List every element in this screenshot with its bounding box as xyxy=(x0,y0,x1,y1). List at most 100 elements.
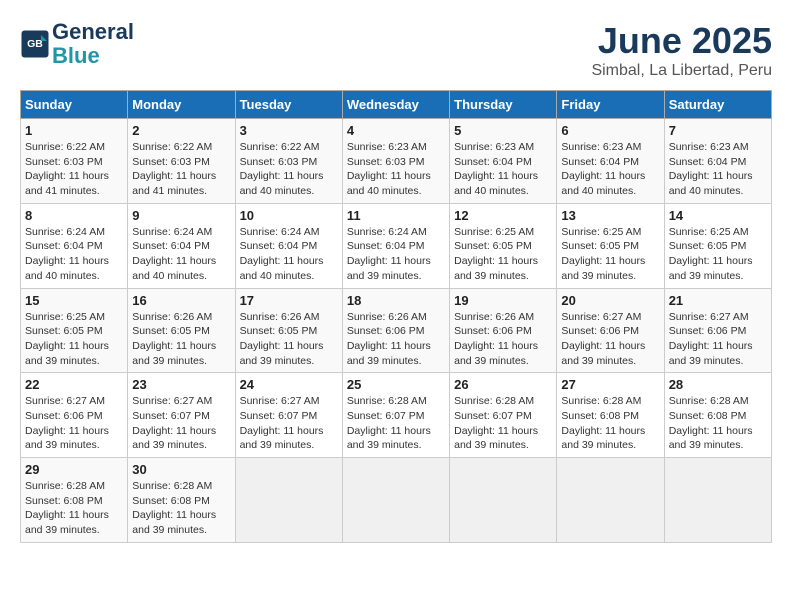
day-number: 13 xyxy=(561,208,659,223)
day-info: Sunrise: 6:28 AMSunset: 6:08 PMDaylight:… xyxy=(669,394,767,453)
table-row: 4 Sunrise: 6:23 AMSunset: 6:03 PMDaylight… xyxy=(342,119,449,204)
day-info: Sunrise: 6:22 AMSunset: 6:03 PMDaylight:… xyxy=(240,140,338,199)
day-info: Sunrise: 6:27 AMSunset: 6:07 PMDaylight:… xyxy=(240,394,338,453)
col-wednesday: Wednesday xyxy=(342,91,449,119)
logo-text: GeneralBlue xyxy=(52,20,134,68)
day-number: 15 xyxy=(25,293,123,308)
day-info: Sunrise: 6:27 AMSunset: 6:06 PMDaylight:… xyxy=(25,394,123,453)
calendar-week-row: 22 Sunrise: 6:27 AMSunset: 6:06 PMDayligh… xyxy=(21,373,772,458)
day-number: 3 xyxy=(240,123,338,138)
day-info: Sunrise: 6:26 AMSunset: 6:05 PMDaylight:… xyxy=(132,310,230,369)
col-monday: Monday xyxy=(128,91,235,119)
table-row: 24 Sunrise: 6:27 AMSunset: 6:07 PMDayligh… xyxy=(235,373,342,458)
calendar-week-row: 29 Sunrise: 6:28 AMSunset: 6:08 PMDayligh… xyxy=(21,458,772,543)
table-row: 1 Sunrise: 6:22 AMSunset: 6:03 PMDaylight… xyxy=(21,119,128,204)
day-info: Sunrise: 6:23 AMSunset: 6:04 PMDaylight:… xyxy=(454,140,552,199)
day-info: Sunrise: 6:28 AMSunset: 6:07 PMDaylight:… xyxy=(347,394,445,453)
table-row: 5 Sunrise: 6:23 AMSunset: 6:04 PMDaylight… xyxy=(450,119,557,204)
table-row xyxy=(450,458,557,543)
table-row xyxy=(557,458,664,543)
day-info: Sunrise: 6:27 AMSunset: 6:07 PMDaylight:… xyxy=(132,394,230,453)
table-row: 15 Sunrise: 6:25 AMSunset: 6:05 PMDayligh… xyxy=(21,288,128,373)
calendar-header-row: Sunday Monday Tuesday Wednesday Thursday… xyxy=(21,91,772,119)
day-number: 5 xyxy=(454,123,552,138)
day-number: 19 xyxy=(454,293,552,308)
calendar-week-row: 1 Sunrise: 6:22 AMSunset: 6:03 PMDaylight… xyxy=(21,119,772,204)
day-info: Sunrise: 6:28 AMSunset: 6:08 PMDaylight:… xyxy=(561,394,659,453)
table-row: 21 Sunrise: 6:27 AMSunset: 6:06 PMDayligh… xyxy=(664,288,771,373)
month-title: June 2025 xyxy=(591,20,772,62)
day-number: 30 xyxy=(132,462,230,477)
table-row: 7 Sunrise: 6:23 AMSunset: 6:04 PMDaylight… xyxy=(664,119,771,204)
logo-icon: GB xyxy=(20,29,50,59)
day-number: 29 xyxy=(25,462,123,477)
table-row: 20 Sunrise: 6:27 AMSunset: 6:06 PMDayligh… xyxy=(557,288,664,373)
day-info: Sunrise: 6:22 AMSunset: 6:03 PMDaylight:… xyxy=(25,140,123,199)
day-info: Sunrise: 6:25 AMSunset: 6:05 PMDaylight:… xyxy=(669,225,767,284)
col-saturday: Saturday xyxy=(664,91,771,119)
table-row xyxy=(235,458,342,543)
table-row: 3 Sunrise: 6:22 AMSunset: 6:03 PMDaylight… xyxy=(235,119,342,204)
table-row: 12Sunrise: 6:25 AMSunset: 6:05 PMDayligh… xyxy=(450,203,557,288)
day-info: Sunrise: 6:23 AMSunset: 6:04 PMDaylight:… xyxy=(561,140,659,199)
table-row: 13 Sunrise: 6:25 AMSunset: 6:05 PMDayligh… xyxy=(557,203,664,288)
table-row: 18 Sunrise: 6:26 AMSunset: 6:06 PMDayligh… xyxy=(342,288,449,373)
day-info: Sunrise: 6:24 AMSunset: 6:04 PMDaylight:… xyxy=(25,225,123,284)
table-row: 9 Sunrise: 6:24 AMSunset: 6:04 PMDaylight… xyxy=(128,203,235,288)
day-number: 17 xyxy=(240,293,338,308)
day-number: 21 xyxy=(669,293,767,308)
col-thursday: Thursday xyxy=(450,91,557,119)
day-info: Sunrise: 6:25 AMSunset: 6:05 PMDaylight:… xyxy=(25,310,123,369)
day-info: Sunrise: 6:26 AMSunset: 6:06 PMDaylight:… xyxy=(454,310,552,369)
logo: GB GeneralBlue xyxy=(20,20,134,68)
day-number: 9 xyxy=(132,208,230,223)
day-number: 16 xyxy=(132,293,230,308)
day-number: 18 xyxy=(347,293,445,308)
table-row: 28 Sunrise: 6:28 AMSunset: 6:08 PMDayligh… xyxy=(664,373,771,458)
day-number: 11 xyxy=(347,208,445,223)
table-row: 27Sunrise: 6:28 AMSunset: 6:08 PMDayligh… xyxy=(557,373,664,458)
location: Simbal, La Libertad, Peru xyxy=(591,62,772,80)
day-number: 4 xyxy=(347,123,445,138)
table-row: 25Sunrise: 6:28 AMSunset: 6:07 PMDayligh… xyxy=(342,373,449,458)
calendar-week-row: 8Sunrise: 6:24 AMSunset: 6:04 PMDaylight… xyxy=(21,203,772,288)
table-row xyxy=(664,458,771,543)
title-area: June 2025 Simbal, La Libertad, Peru xyxy=(591,20,772,80)
table-row: 11 Sunrise: 6:24 AMSunset: 6:04 PMDayligh… xyxy=(342,203,449,288)
day-number: 22 xyxy=(25,377,123,392)
table-row: 2Sunrise: 6:22 AMSunset: 6:03 PMDaylight… xyxy=(128,119,235,204)
day-info: Sunrise: 6:26 AMSunset: 6:05 PMDaylight:… xyxy=(240,310,338,369)
day-number: 1 xyxy=(25,123,123,138)
page-header: GB GeneralBlue June 2025 Simbal, La Libe… xyxy=(20,20,772,80)
day-info: Sunrise: 6:27 AMSunset: 6:06 PMDaylight:… xyxy=(561,310,659,369)
day-info: Sunrise: 6:28 AMSunset: 6:08 PMDaylight:… xyxy=(132,479,230,538)
day-info: Sunrise: 6:26 AMSunset: 6:06 PMDaylight:… xyxy=(347,310,445,369)
svg-text:GB: GB xyxy=(27,38,43,50)
table-row: 14 Sunrise: 6:25 AMSunset: 6:05 PMDayligh… xyxy=(664,203,771,288)
day-info: Sunrise: 6:24 AMSunset: 6:04 PMDaylight:… xyxy=(347,225,445,284)
table-row: 16 Sunrise: 6:26 AMSunset: 6:05 PMDayligh… xyxy=(128,288,235,373)
day-info: Sunrise: 6:23 AMSunset: 6:04 PMDaylight:… xyxy=(669,140,767,199)
table-row: 10Sunrise: 6:24 AMSunset: 6:04 PMDayligh… xyxy=(235,203,342,288)
table-row: 17 Sunrise: 6:26 AMSunset: 6:05 PMDayligh… xyxy=(235,288,342,373)
col-tuesday: Tuesday xyxy=(235,91,342,119)
day-number: 6 xyxy=(561,123,659,138)
col-friday: Friday xyxy=(557,91,664,119)
day-info: Sunrise: 6:27 AMSunset: 6:06 PMDaylight:… xyxy=(669,310,767,369)
day-number: 28 xyxy=(669,377,767,392)
table-row: 26Sunrise: 6:28 AMSunset: 6:07 PMDayligh… xyxy=(450,373,557,458)
day-info: Sunrise: 6:25 AMSunset: 6:05 PMDaylight:… xyxy=(561,225,659,284)
day-number: 20 xyxy=(561,293,659,308)
calendar-table: Sunday Monday Tuesday Wednesday Thursday… xyxy=(20,90,772,543)
day-number: 12 xyxy=(454,208,552,223)
day-number: 7 xyxy=(669,123,767,138)
day-info: Sunrise: 6:28 AMSunset: 6:07 PMDaylight:… xyxy=(454,394,552,453)
day-info: Sunrise: 6:23 AMSunset: 6:03 PMDaylight:… xyxy=(347,140,445,199)
table-row: 29Sunrise: 6:28 AMSunset: 6:08 PMDayligh… xyxy=(21,458,128,543)
table-row: 22 Sunrise: 6:27 AMSunset: 6:06 PMDayligh… xyxy=(21,373,128,458)
calendar-week-row: 15 Sunrise: 6:25 AMSunset: 6:05 PMDayligh… xyxy=(21,288,772,373)
day-number: 14 xyxy=(669,208,767,223)
day-info: Sunrise: 6:24 AMSunset: 6:04 PMDaylight:… xyxy=(132,225,230,284)
day-number: 24 xyxy=(240,377,338,392)
table-row: 30 Sunrise: 6:28 AMSunset: 6:08 PMDayligh… xyxy=(128,458,235,543)
